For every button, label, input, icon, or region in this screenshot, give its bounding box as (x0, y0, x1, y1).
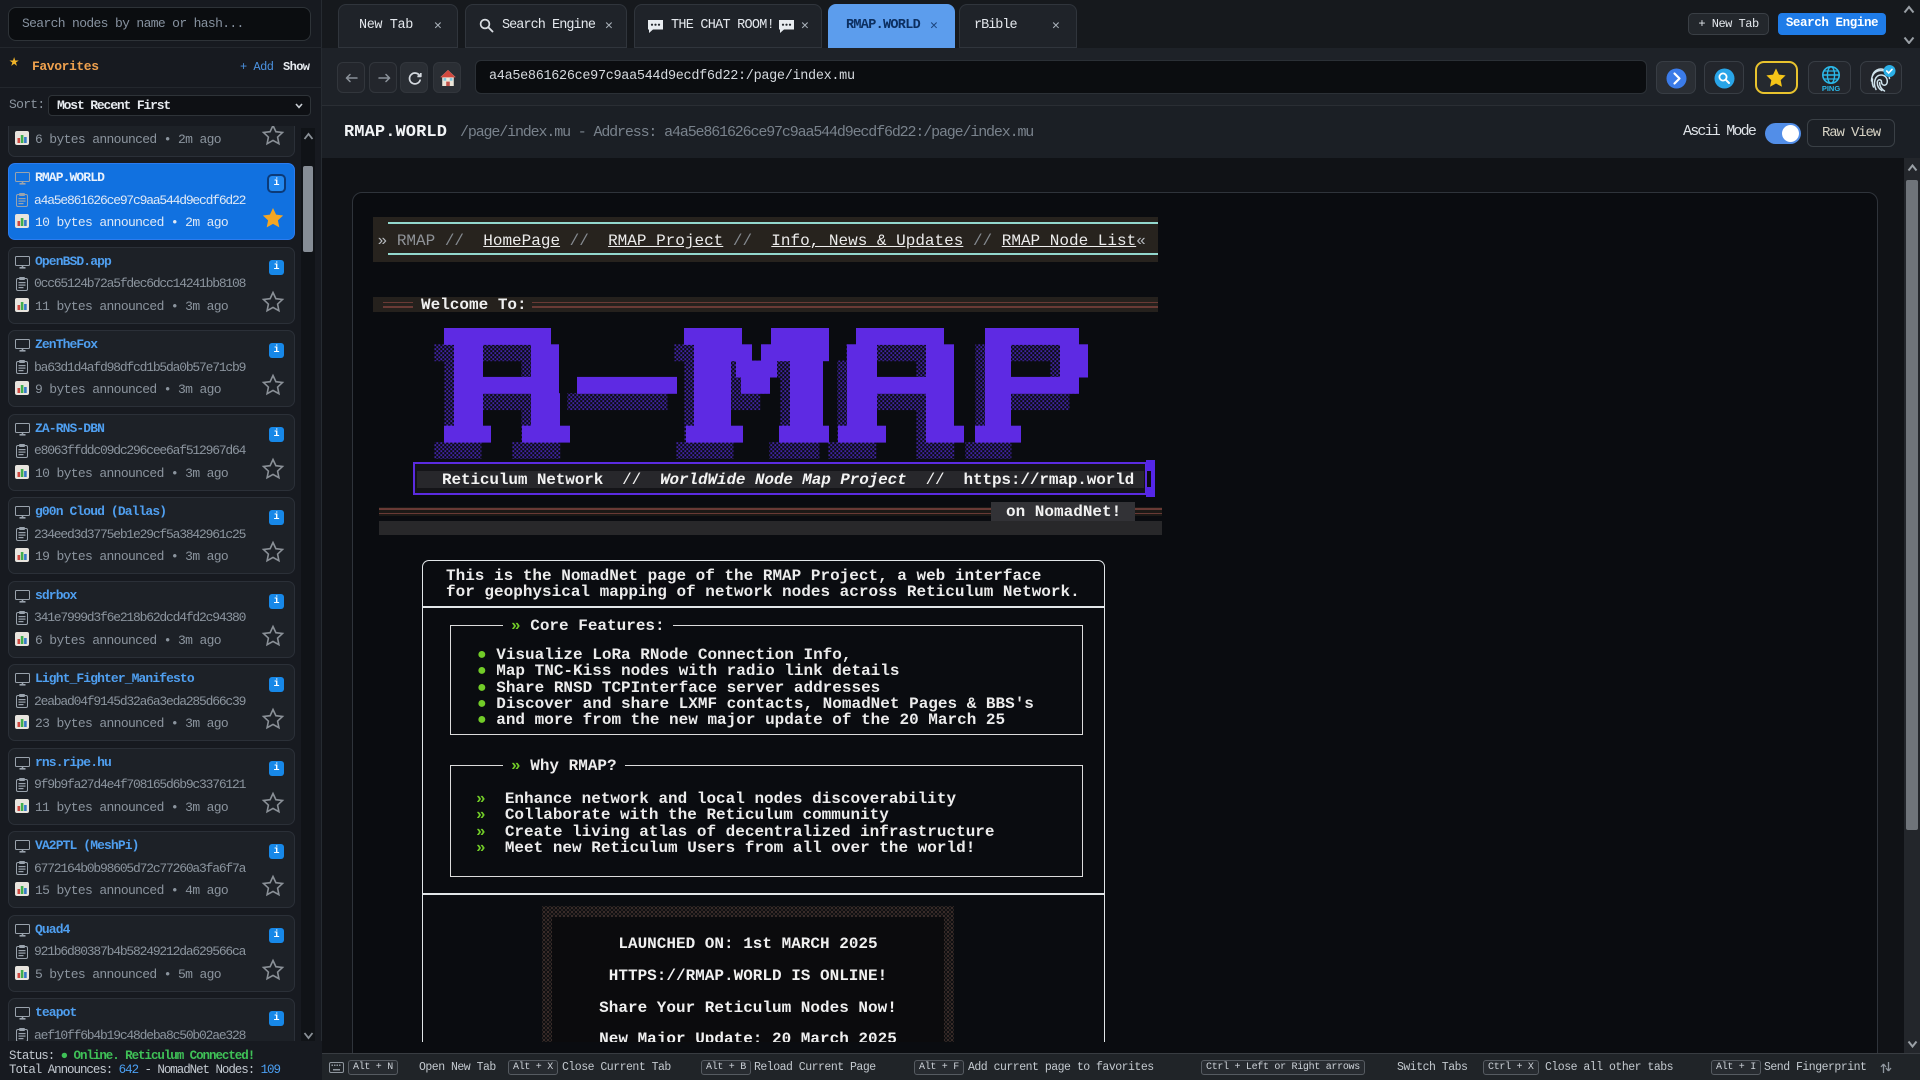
svg-text:PING: PING (1822, 84, 1841, 92)
